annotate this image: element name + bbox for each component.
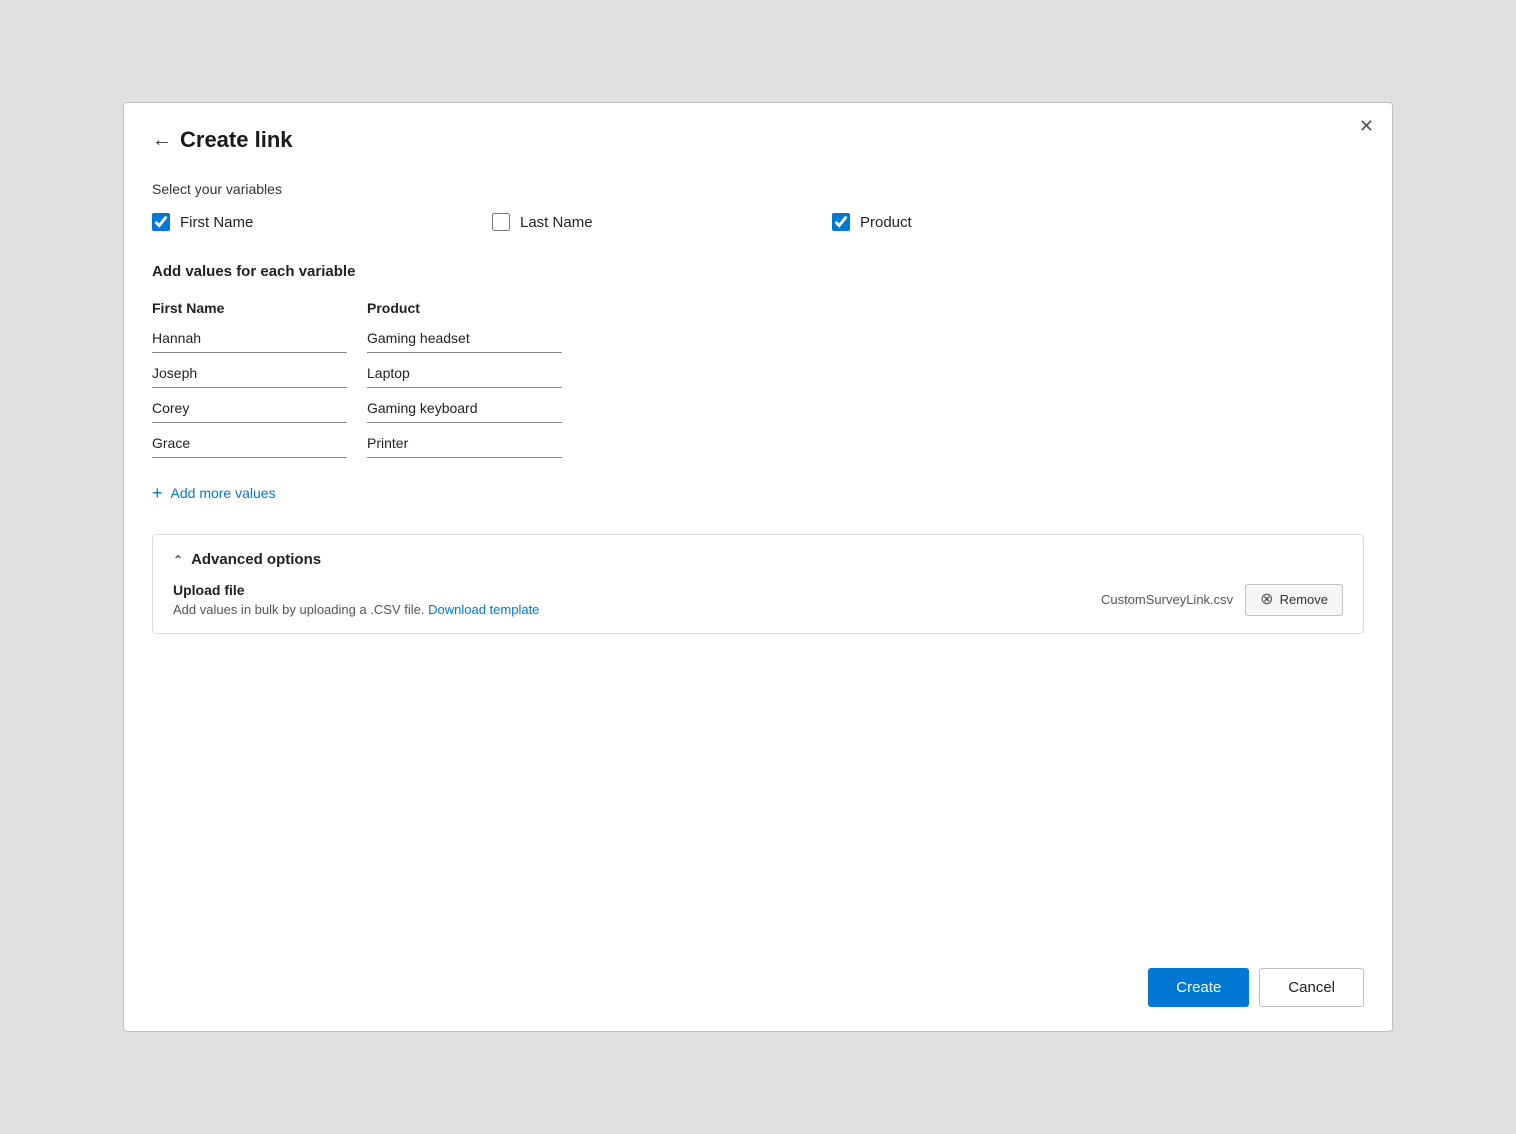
checkbox-product-input[interactable] <box>832 213 850 231</box>
first-name-input-2[interactable] <box>152 361 347 388</box>
close-button[interactable]: ✕ <box>1359 117 1374 135</box>
values-header-row: First Name Product <box>152 300 1364 316</box>
file-name-label: CustomSurveyLink.csv <box>1101 592 1233 607</box>
back-button[interactable]: ← <box>152 129 172 152</box>
product-input-2[interactable] <box>367 361 562 388</box>
checkbox-first-name-label: First Name <box>180 214 253 231</box>
advanced-options-label: Advanced options <box>191 551 321 568</box>
col-header-product: Product <box>367 300 582 316</box>
dialog-footer: Create Cancel <box>152 928 1364 1007</box>
upload-right: CustomSurveyLink.csv ⊗ Remove <box>1101 584 1343 616</box>
chevron-up-icon: ⌃ <box>173 553 183 567</box>
create-link-dialog: ✕ ← Create link Select your variables Fi… <box>123 102 1393 1032</box>
values-grid: First Name Product <box>152 300 1364 466</box>
product-input-1[interactable] <box>367 326 562 353</box>
variables-section-label: Select your variables <box>152 181 1364 197</box>
first-name-input-4[interactable] <box>152 431 347 458</box>
cancel-button[interactable]: Cancel <box>1259 968 1364 1007</box>
table-row <box>152 396 1364 423</box>
col-header-first-name: First Name <box>152 300 367 316</box>
remove-label: Remove <box>1280 592 1328 607</box>
first-name-input-3[interactable] <box>152 396 347 423</box>
table-row <box>152 361 1364 388</box>
first-name-input-1[interactable] <box>152 326 347 353</box>
remove-button[interactable]: ⊗ Remove <box>1245 584 1343 616</box>
dialog-title: Create link <box>180 127 293 153</box>
plus-icon: + <box>152 484 163 502</box>
table-row <box>152 326 1364 353</box>
checkbox-last-name-label: Last Name <box>520 214 593 231</box>
remove-circle-icon: ⊗ <box>1260 592 1273 608</box>
download-template-link[interactable]: Download template <box>428 602 539 617</box>
checkbox-first-name: First Name <box>152 213 492 231</box>
advanced-options-toggle[interactable]: ⌃ Advanced options <box>173 551 1343 568</box>
table-row <box>152 431 1364 458</box>
checkbox-first-name-input[interactable] <box>152 213 170 231</box>
upload-row: Upload file Add values in bulk by upload… <box>173 582 1343 617</box>
upload-title: Upload file <box>173 582 539 598</box>
advanced-options-section: ⌃ Advanced options Upload file Add value… <box>152 534 1364 634</box>
variables-row: First Name Last Name Product <box>152 213 1364 231</box>
checkbox-last-name-input[interactable] <box>492 213 510 231</box>
checkbox-product: Product <box>832 213 1172 231</box>
product-input-4[interactable] <box>367 431 562 458</box>
dialog-title-row: ← Create link <box>152 127 1364 153</box>
add-more-label: Add more values <box>171 485 276 501</box>
upload-left: Upload file Add values in bulk by upload… <box>173 582 539 617</box>
product-input-3[interactable] <box>367 396 562 423</box>
checkbox-last-name: Last Name <box>492 213 832 231</box>
add-values-title: Add values for each variable <box>152 263 1364 280</box>
checkbox-product-label: Product <box>860 214 912 231</box>
upload-desc: Add values in bulk by uploading a .CSV f… <box>173 602 539 617</box>
add-more-values-button[interactable]: + Add more values <box>152 484 1364 502</box>
create-button[interactable]: Create <box>1148 968 1249 1007</box>
